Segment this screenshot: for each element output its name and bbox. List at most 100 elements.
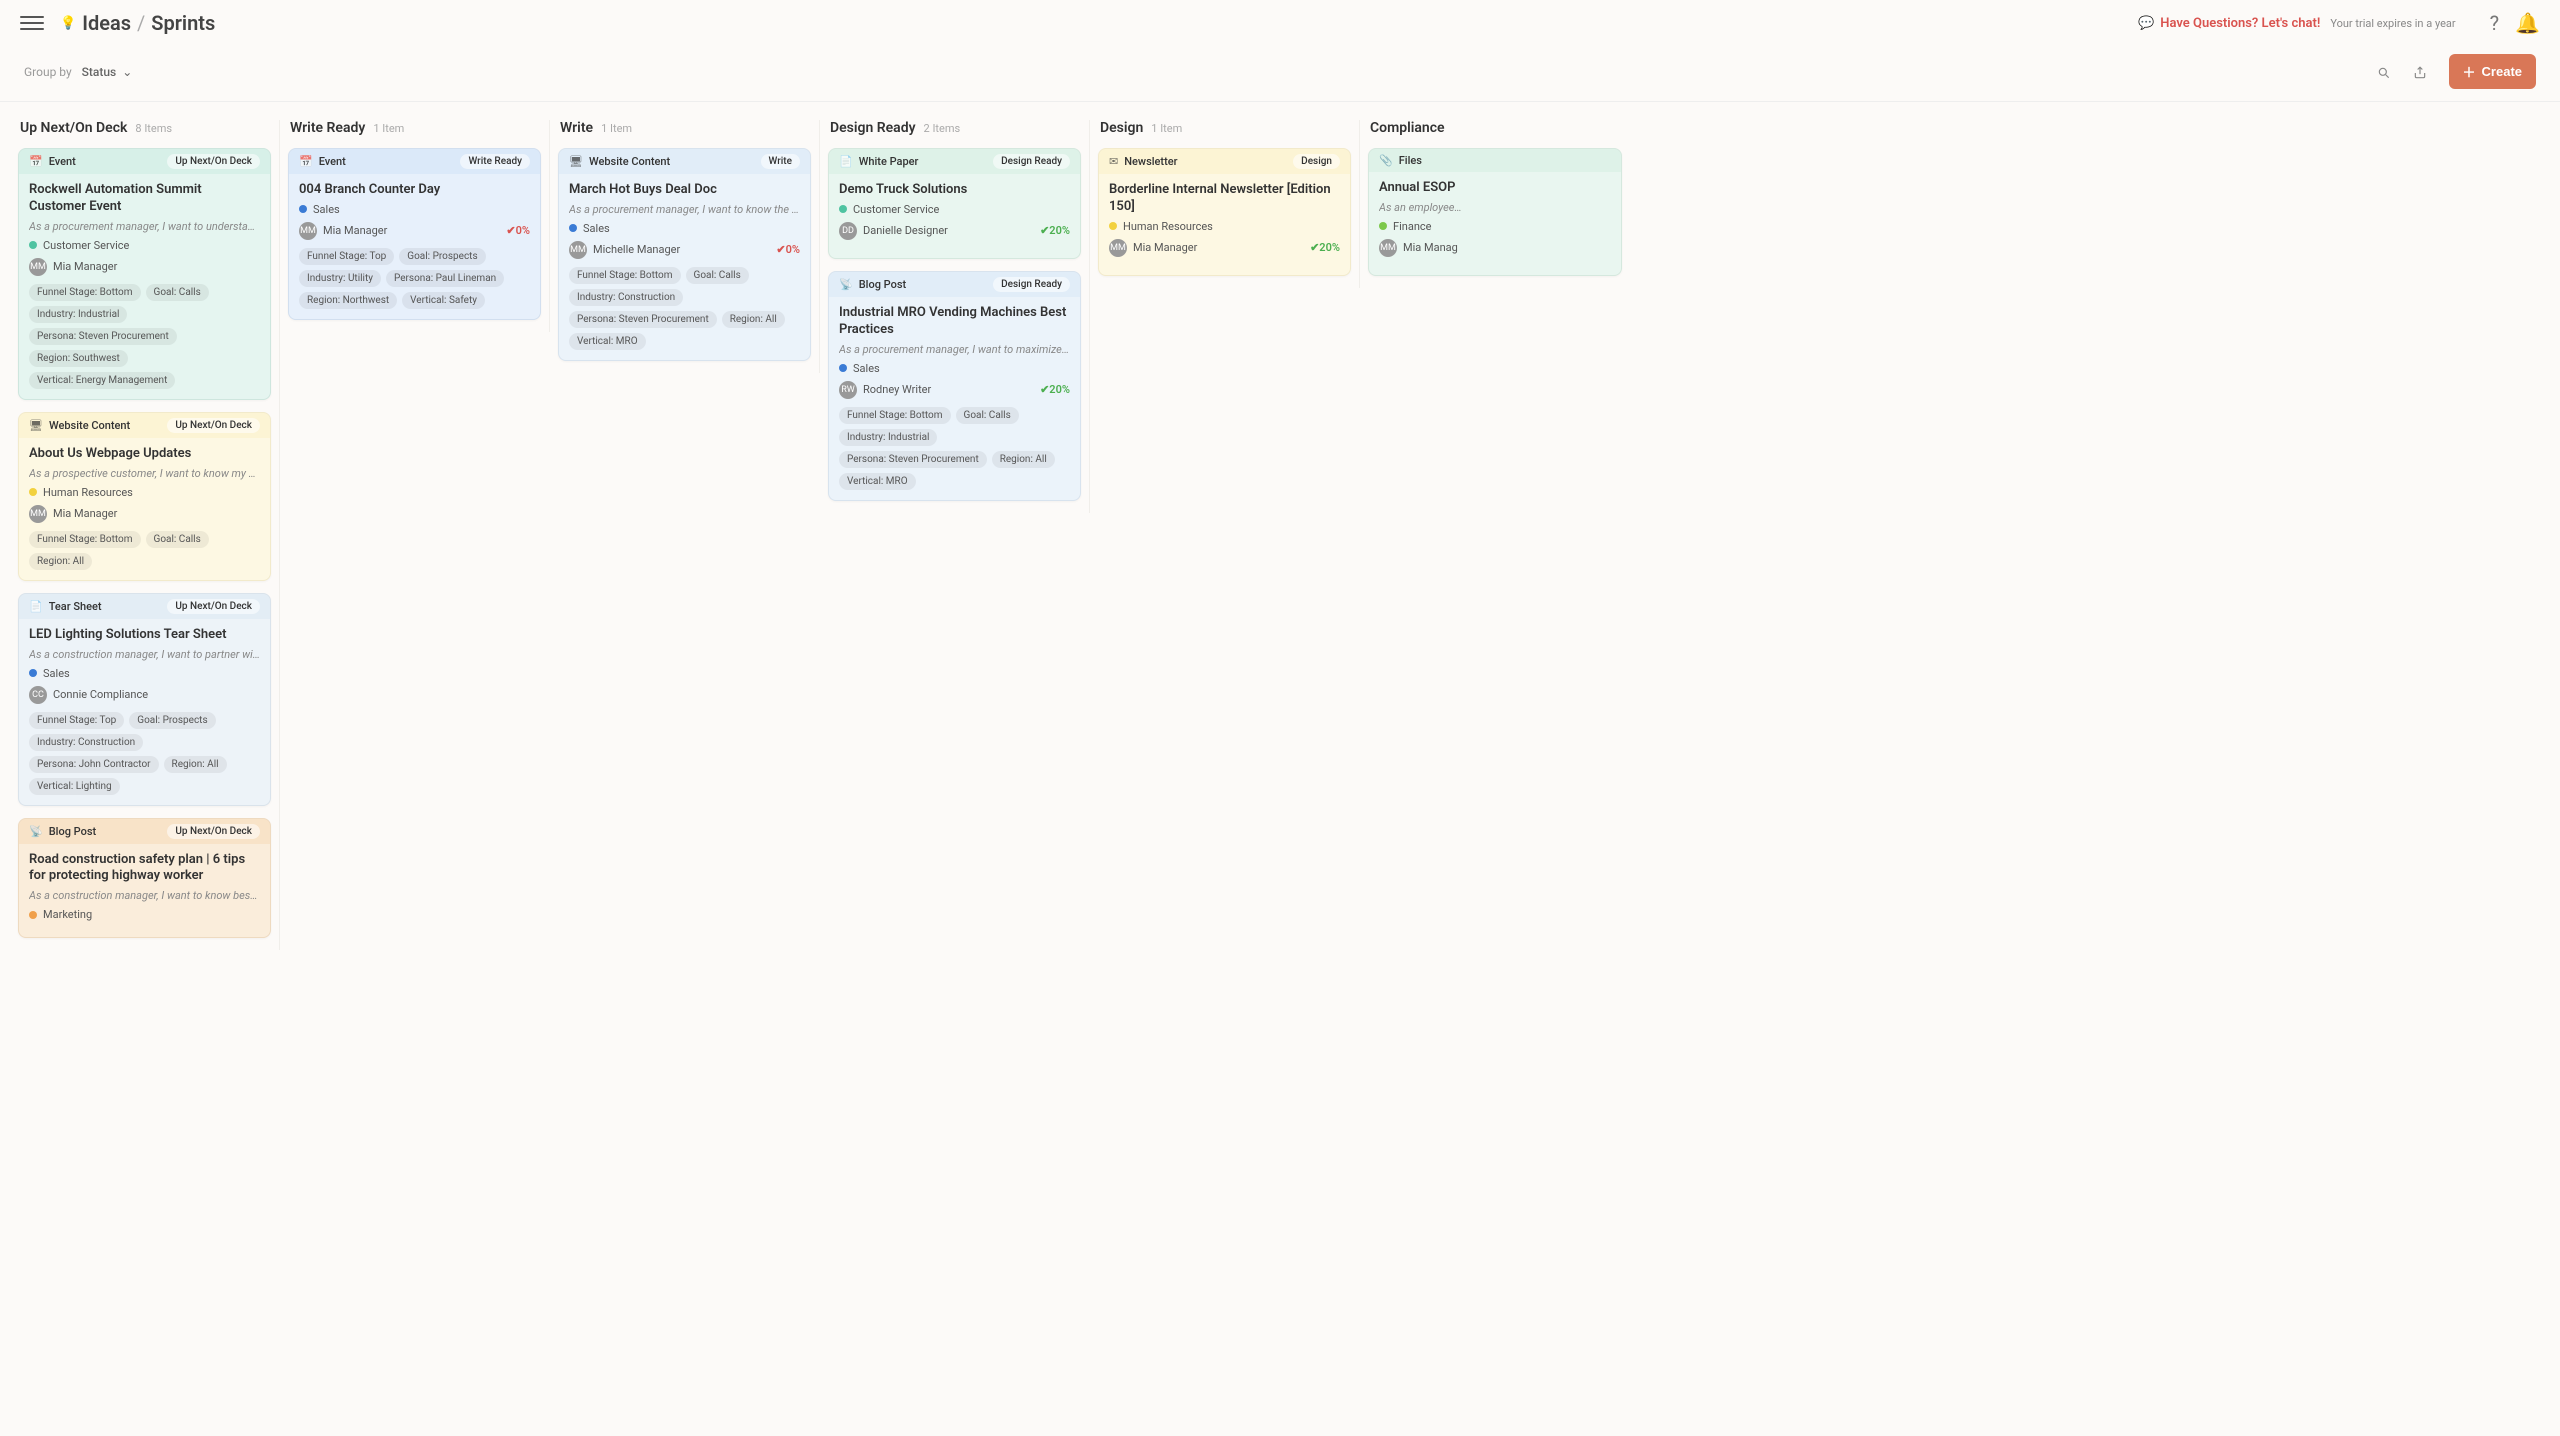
breadcrumb-separator: / xyxy=(137,11,145,35)
card-type-icon: 🖥 xyxy=(29,419,43,432)
card-tag: Persona: John Contractor xyxy=(29,756,159,773)
kanban-board: Up Next/On Deck8 Items📅EventUp Next/On D… xyxy=(0,102,2560,968)
card-tags: Funnel Stage: BottomGoal: CallsRegion: A… xyxy=(29,531,260,570)
column-title: Compliance xyxy=(1370,120,1445,136)
card-status-pill: Design Ready xyxy=(993,277,1070,292)
card-description: As a prospective customer, I want to kno… xyxy=(29,467,260,480)
card-type: 📅Event xyxy=(29,155,76,168)
bell-icon[interactable]: 🔔 xyxy=(2515,11,2540,35)
create-button-label: Create xyxy=(2482,64,2522,79)
avatar: MM xyxy=(299,222,317,240)
lightbulb-icon: 💡 xyxy=(60,16,76,31)
card[interactable]: 🖥Website Content Up Next/On Deck About Us … xyxy=(18,412,271,581)
card-tags: Funnel Stage: BottomGoal: CallsIndustry:… xyxy=(569,267,800,350)
card[interactable]: 📄Tear SheetUp Next/On DeckLED Lighting S… xyxy=(18,593,271,806)
card-type-icon: 📅 xyxy=(29,155,43,168)
card-type: 🖥Website Content xyxy=(29,419,130,432)
card-tag: Region: Northwest xyxy=(299,292,397,309)
card-progress: ✔0% xyxy=(776,243,800,256)
share-icon[interactable] xyxy=(2413,62,2427,81)
card-department: Sales xyxy=(299,203,530,216)
card[interactable]: 📡Blog PostDesign ReadyIndustrial MRO Ven… xyxy=(828,271,1081,501)
card-tag: Vertical: Safety xyxy=(402,292,485,309)
card-progress: ✔0% xyxy=(506,224,530,237)
card-status-pill: Write xyxy=(761,154,800,169)
card-status-pill: Up Next/On Deck xyxy=(167,154,260,169)
department-dot xyxy=(1109,222,1117,230)
card-tag: Region: All xyxy=(992,451,1055,468)
plus-icon: ＋ xyxy=(2463,62,2476,81)
card-tag: Persona: Steven Procurement xyxy=(569,311,717,328)
card-department: Sales xyxy=(29,667,260,680)
board-column: Compliance 📎FilesAnnual ESOPAs an employe… xyxy=(1360,120,1630,288)
card[interactable]: 📎FilesAnnual ESOPAs an employee…FinanceM… xyxy=(1368,148,1622,276)
column-title: Write Ready xyxy=(290,120,365,136)
card-type: 📄White Paper xyxy=(839,155,918,168)
card-type: 📎Files xyxy=(1379,154,1422,167)
card-type: 🖥Website Content xyxy=(569,155,670,168)
department-dot xyxy=(29,241,37,249)
card-department: Sales xyxy=(839,362,1070,375)
card-title: Rockwell Automation Summit Customer Even… xyxy=(29,182,260,216)
group-by-selector[interactable]: Status ⌄ xyxy=(82,65,133,79)
create-button[interactable]: ＋ Create xyxy=(2449,54,2536,89)
card-status-pill: Design xyxy=(1293,154,1340,169)
card-type-icon: ✉ xyxy=(1109,155,1118,168)
card-status-pill: Up Next/On Deck xyxy=(167,418,260,433)
card-title: Road construction safety plan | 6 tips f… xyxy=(29,852,260,886)
card-department: Sales xyxy=(569,222,800,235)
card[interactable]: 📡Blog PostUp Next/On DeckRoad constructi… xyxy=(18,818,271,939)
chat-link-label: Have Questions? Let's chat! xyxy=(2160,16,2320,31)
card-tag: Goal: Prospects xyxy=(399,248,485,265)
card-department: Finance xyxy=(1379,220,1611,233)
card-assignee: DDDanielle Designer xyxy=(839,222,948,240)
card-type: 📅Event xyxy=(299,155,346,168)
search-icon[interactable] xyxy=(2377,62,2391,81)
card-assignee: CCConnie Compliance xyxy=(29,686,148,704)
breadcrumb-current: Sprints xyxy=(151,11,215,35)
department-dot xyxy=(839,205,847,213)
card-tag: Region: All xyxy=(29,553,92,570)
card-tag: Industry: Industrial xyxy=(839,429,937,446)
card-description: As a construction manager, I want to kno… xyxy=(29,889,260,902)
card-assignee: MMMia Manager xyxy=(299,222,387,240)
avatar: MM xyxy=(29,258,47,276)
card-tag: Industry: Construction xyxy=(569,289,683,306)
card-tag: Goal: Prospects xyxy=(129,712,215,729)
avatar: MM xyxy=(1109,239,1127,257)
card[interactable]: 📄White PaperDesign ReadyDemo Truck Solut… xyxy=(828,148,1081,259)
card-tag: Vertical: MRO xyxy=(569,333,646,350)
card-tags: Funnel Stage: TopGoal: ProspectsIndustry… xyxy=(29,712,260,795)
board-column: Design Ready2 Items📄White PaperDesign Re… xyxy=(820,120,1090,513)
hamburger-menu-icon[interactable] xyxy=(20,11,44,35)
card-type: 📄Tear Sheet xyxy=(29,600,102,613)
column-count: 1 Item xyxy=(373,122,404,135)
avatar: MM xyxy=(569,241,587,259)
card-tag: Industry: Utility xyxy=(299,270,381,287)
avatar: MM xyxy=(1379,239,1397,257)
card-progress: ✔20% xyxy=(1040,224,1070,237)
card-tag: Persona: Paul Lineman xyxy=(386,270,504,287)
card-description: As a procurement manager, I want to know… xyxy=(569,203,800,216)
card-type: 📡Blog Post xyxy=(29,825,96,838)
card-tags: Funnel Stage: TopGoal: ProspectsIndustry… xyxy=(299,248,530,309)
card-tag: Vertical: Lighting xyxy=(29,778,120,795)
card[interactable]: 📅Event Up Next/On Deck Rockwell Automation… xyxy=(18,148,271,400)
card[interactable]: 🖥Website ContentWriteMarch Hot Buys Deal… xyxy=(558,148,811,361)
card-title: Industrial MRO Vending Machines Best Pra… xyxy=(839,305,1070,339)
card-tag: Persona: Steven Procurement xyxy=(839,451,987,468)
help-icon[interactable]: ? xyxy=(2490,11,2499,35)
card-tag: Funnel Stage: Bottom xyxy=(29,284,141,301)
card-description: As a procurement manager, I want to maxi… xyxy=(839,343,1070,356)
card-progress: ✔20% xyxy=(1310,241,1340,254)
card-type-icon: 📡 xyxy=(839,278,853,291)
card-tag: Funnel Stage: Bottom xyxy=(839,407,951,424)
breadcrumb-root[interactable]: Ideas xyxy=(82,11,131,35)
card-tag: Funnel Stage: Bottom xyxy=(569,267,681,284)
chat-link[interactable]: 💬 Have Questions? Let's chat! xyxy=(2138,16,2320,31)
card-title: About Us Webpage Updates xyxy=(29,446,260,463)
card-department: Human Resources xyxy=(29,486,260,499)
card[interactable]: ✉NewsletterDesignBorderline Internal New… xyxy=(1098,148,1351,276)
card-assignee: MMMia Manager xyxy=(1109,239,1197,257)
card[interactable]: 📅EventWrite Ready004 Branch Counter DayS… xyxy=(288,148,541,320)
